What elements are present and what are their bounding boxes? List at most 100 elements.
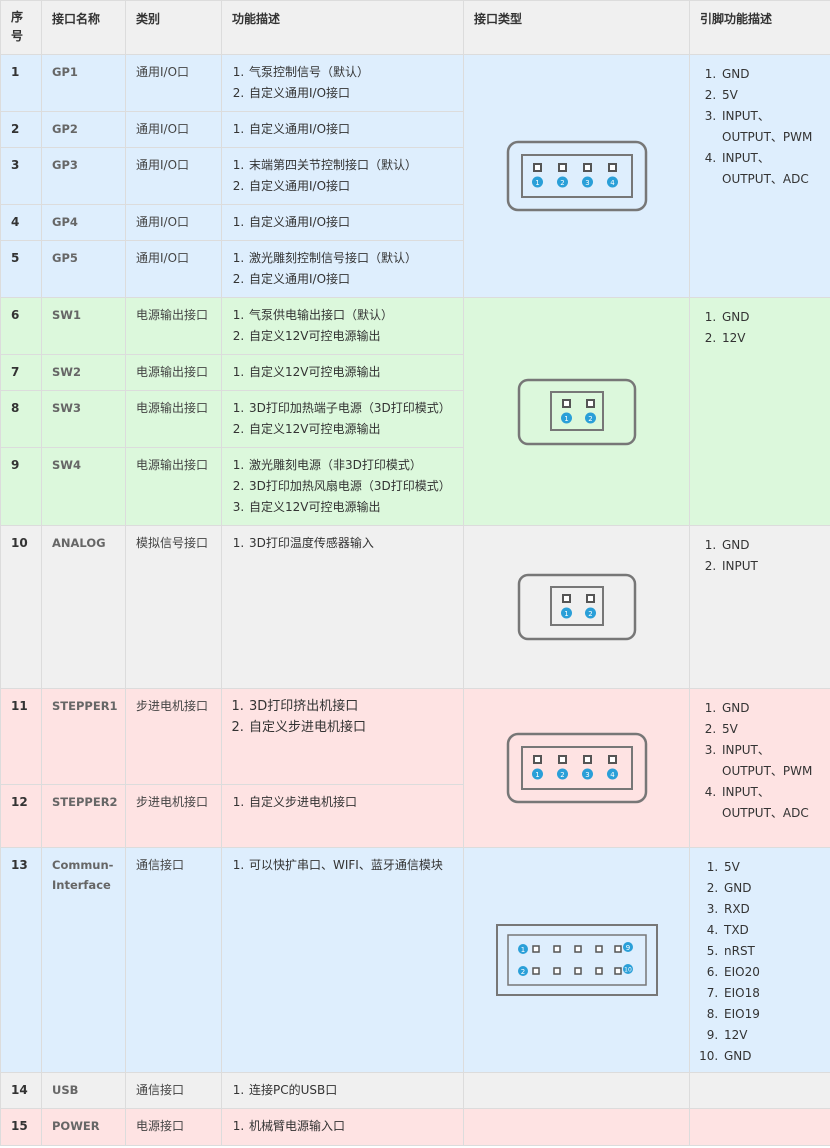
connector-cell-sw: 1 2 [463,297,690,526]
pin-label: 9 [625,944,629,952]
pin-label: 1 [564,415,568,423]
row-name: GP5 [41,240,126,298]
desc-item: 气泵控制信号（默认） [248,62,453,83]
row-name: ANALOG [41,525,126,689]
pin-4: 4 [606,163,618,188]
row-category: 通用I/O口 [125,147,222,205]
row-name: SW2 [41,354,126,391]
pin-label: 2 [520,968,524,976]
desc-item: 可以快扩串口、WIFI、蓝牙通信模块 [248,855,453,876]
pin-label: 3 [585,179,589,187]
row-category: 电源输出接口 [125,354,222,391]
row-desc: 末端第四关节控制接口（默认） 自定义通用I/O接口 [221,147,464,205]
empty-cell [463,1108,690,1146]
pin-item: TXD [722,920,820,941]
pin-1: 1 [517,944,528,954]
pin-label: 1 [535,179,539,187]
pins-cell-gp: GND 5V INPUT、OUTPUT、PWM INPUT、OUTPUT、ADC [689,54,830,298]
pin-label: 2 [588,610,592,618]
desc-item: 气泵供电输出接口（默认） [248,305,453,326]
row-num: 15 [0,1108,42,1146]
row-num: 6 [0,297,42,355]
row-name: SW1 [41,297,126,355]
connector-cell-comm: 1 9 2 10 [463,847,690,1073]
pin-item: GND [720,64,820,85]
row-desc: 自定义通用I/O接口 [221,204,464,241]
header-type: 接口类型 [463,0,690,55]
row-name: GP1 [41,54,126,112]
row-name: STEPPER2 [41,784,126,848]
desc-item: 激光雕刻电源（非3D打印模式） [248,455,453,476]
desc-item: 自定义步进电机接口 [248,792,453,813]
connector-cell-analog: 1 2 [463,525,690,689]
row-desc: 气泵控制信号（默认） 自定义通用I/O接口 [221,54,464,112]
pin-item: EIO20 [722,962,820,983]
pin-2: 2 [584,594,596,619]
header-function: 功能描述 [221,0,464,55]
row-category: 步进电机接口 [125,784,222,848]
row-num: 4 [0,204,42,241]
pin-item: GND [722,878,820,899]
pin-label: 1 [564,610,568,618]
row-category: 通信接口 [125,1072,222,1109]
row-name: SW3 [41,390,126,448]
row-category: 电源输出接口 [125,447,222,526]
pin-item: GND [720,307,820,328]
pin-item: RXD [722,899,820,920]
row-desc: 自定义12V可控电源输出 [221,354,464,391]
connector-cell-gp: 1 2 3 4 [463,54,690,298]
table-row: 14 USB 通信接口 连接PC的USB口 [0,1072,830,1109]
pin-label: 10 [624,967,632,974]
pin-item: GND [722,1046,820,1067]
pins-cell-comm: 5V GND RXD TXD nRST EIO20 EIO18 EIO19 12… [689,847,830,1073]
pin-label: 2 [560,179,564,187]
row-desc: 可以快扩串口、WIFI、蓝牙通信模块 [221,847,464,1073]
table-header-row: 序号 接口名称 类别 功能描述 接口类型 引脚功能描述 [0,0,830,55]
pin-9: 9 [622,942,633,952]
row-desc: 3D打印温度传感器输入 [221,525,464,689]
row-num: 3 [0,147,42,205]
row-desc: 3D打印加热端子电源（3D打印模式） 自定义12V可控电源输出 [221,390,464,448]
table-row: 11 STEPPER1 步进电机接口 3D打印挤出机接口 自定义步进电机接口 1… [0,688,830,848]
pin-item: nRST [722,941,820,962]
header-name: 接口名称 [41,0,126,55]
pin-2: 2 [556,163,568,188]
pin-label: 4 [610,771,615,779]
pin-item: 12V [722,1025,820,1046]
ten-pin-connector: 1 9 2 10 [495,924,658,996]
desc-item: 自定义通用I/O接口 [248,212,453,233]
four-pin-connector: 1 2 3 4 [506,140,647,212]
pin-10: 10 [622,964,633,974]
empty-cell [689,1108,830,1146]
pin-item: INPUT、OUTPUT、PWM [720,740,820,782]
pin-item: EIO18 [722,983,820,1004]
row-category: 电源接口 [125,1108,222,1146]
pin-1: 1 [560,594,572,619]
desc-item: 3D打印挤出机接口 [248,696,453,717]
pin-2: 2 [556,755,568,780]
row-category: 电源输出接口 [125,390,222,448]
table-row: 6 SW1 电源输出接口 气泵供电输出接口（默认） 自定义12V可控电源输出 1… [0,297,830,526]
row-num: 1 [0,54,42,112]
pins-cell-analog: GND INPUT [689,525,830,689]
row-num: 13 [0,847,42,1073]
pin-item: 5V [720,85,820,106]
desc-item: 末端第四关节控制接口（默认） [248,155,453,176]
desc-item: 自定义通用I/O接口 [248,176,453,197]
empty-cell [689,1072,830,1109]
row-category: 通用I/O口 [125,111,222,148]
row-desc: 激光雕刻控制信号接口（默认） 自定义通用I/O接口 [221,240,464,298]
pin-1: 1 [531,755,543,780]
row-num: 8 [0,390,42,448]
table-row: 10 ANALOG 模拟信号接口 3D打印温度传感器输入 1 2 GND INP… [0,525,830,689]
row-name: STEPPER1 [41,688,126,785]
pin-label: 1 [520,946,524,954]
row-num: 7 [0,354,42,391]
pins-cell-sw: GND 12V [689,297,830,526]
row-name: POWER [41,1108,126,1146]
row-desc: 机械臂电源输入口 [221,1108,464,1146]
two-pin-connector: 1 2 [517,378,636,445]
pin-4: 4 [606,755,618,780]
row-desc: 自定义步进电机接口 [221,784,464,848]
pin-item: 12V [720,328,820,349]
